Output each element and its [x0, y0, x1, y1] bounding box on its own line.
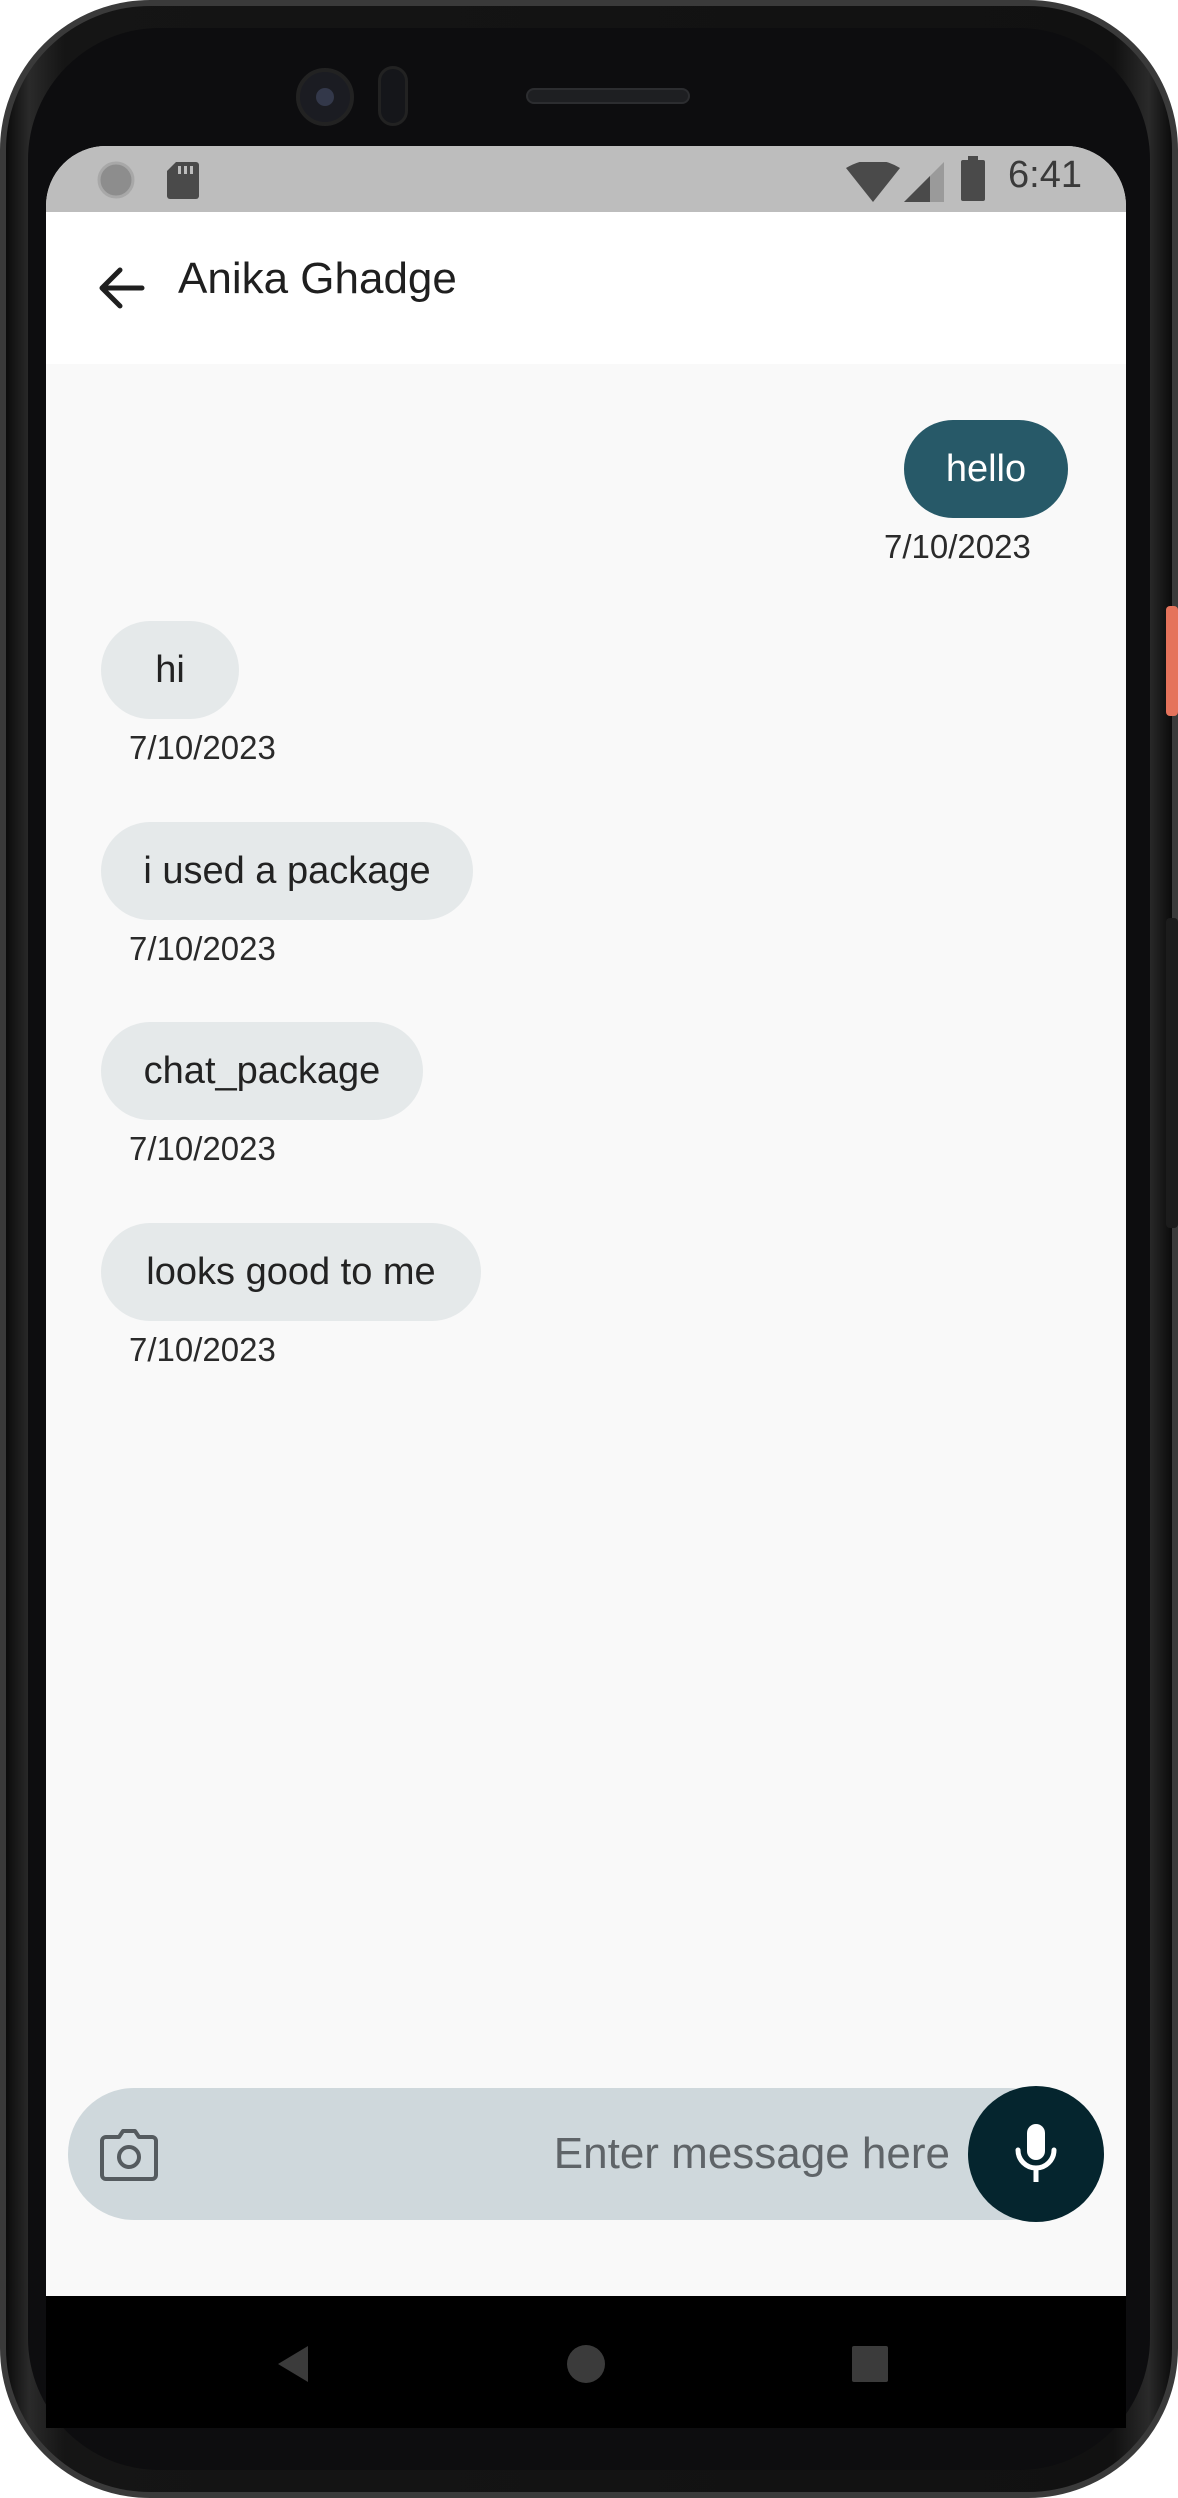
- back-button[interactable]: [80, 246, 164, 330]
- message-text: i used a package: [143, 849, 431, 892]
- cell-signal-icon: [904, 162, 944, 202]
- microphone-icon: [1015, 2124, 1057, 2182]
- sensor-icon: [378, 66, 408, 126]
- message-text: looks good to me: [146, 1250, 436, 1293]
- message-input[interactable]: [188, 2112, 950, 2196]
- message-text: hi: [155, 648, 185, 691]
- volume-button: [1166, 918, 1178, 1228]
- arrow-left-icon: [99, 267, 145, 309]
- nav-recents-button[interactable]: [838, 2332, 902, 2396]
- earpiece-speaker: [526, 88, 690, 104]
- message-bubble-outgoing[interactable]: hello: [904, 420, 1068, 518]
- screen: 6:41 Anika Ghadge hello 7/10/2023 hi 7/1…: [46, 146, 1126, 2296]
- navigation-bar: [46, 2296, 1126, 2428]
- home-circle-icon: [567, 2345, 605, 2383]
- message-bubble-incoming[interactable]: i used a package: [101, 822, 473, 920]
- message-bubble-incoming[interactable]: looks good to me: [101, 1223, 481, 1321]
- message-date: 7/10/2023: [129, 930, 276, 967]
- message-text: hello: [945, 447, 1027, 490]
- message-date: 7/10/2023: [884, 528, 1031, 565]
- microphone-button[interactable]: [968, 2086, 1104, 2222]
- nav-home-button[interactable]: [554, 2332, 618, 2396]
- message-date: 7/10/2023: [129, 1331, 276, 1368]
- battery-icon: [961, 156, 985, 201]
- power-button: [1166, 606, 1178, 716]
- message-text: chat_package: [143, 1049, 381, 1092]
- conversation-title: Anika Ghadge: [178, 254, 457, 303]
- app-bar: Anika Ghadge: [46, 212, 1126, 364]
- clock: 6:41: [1008, 154, 1082, 196]
- circle-status-icon: [97, 161, 135, 199]
- wifi-icon: [846, 162, 900, 202]
- status-bar: 6:41: [46, 146, 1126, 212]
- sd-card-icon: [167, 162, 199, 199]
- message-composer: [68, 2088, 1074, 2220]
- recents-square-icon: [852, 2346, 888, 2382]
- message-date: 7/10/2023: [129, 729, 276, 766]
- nav-back-button[interactable]: [262, 2332, 326, 2396]
- message-date: 7/10/2023: [129, 1130, 276, 1167]
- message-list[interactable]: hello 7/10/2023 hi 7/10/2023 i used a pa…: [46, 364, 1126, 2196]
- message-bubble-incoming[interactable]: chat_package: [101, 1022, 423, 1120]
- message-bubble-incoming[interactable]: hi: [101, 621, 239, 719]
- front-camera-icon: [296, 68, 354, 126]
- camera-icon: [100, 2129, 158, 2181]
- back-triangle-icon: [278, 2346, 308, 2382]
- camera-button[interactable]: [98, 2124, 160, 2186]
